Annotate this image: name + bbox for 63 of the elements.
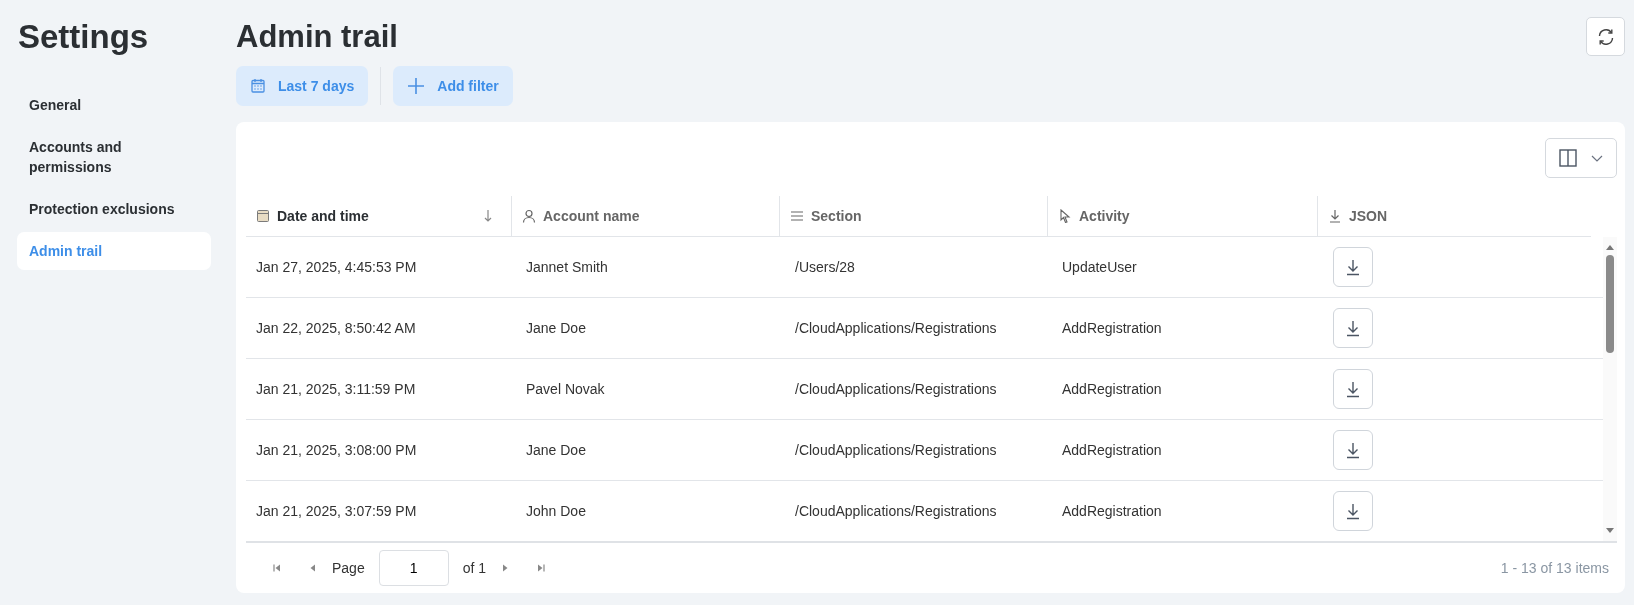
table-cell-text: Jan 22, 2025, 8:50:42 AM [255,319,417,338]
refresh-button[interactable] [1586,17,1625,56]
sidebar-item[interactable]: Protection exclusions [17,190,211,228]
table-cell-text: Jane Doe [525,441,587,460]
calendar-icon [250,78,266,94]
sidebar-item[interactable]: Admin trail [17,232,211,270]
table-cell-text: AddRegistration [1061,502,1163,521]
table-cell-text: /Users/28 [794,258,856,277]
items-summary: 1 - 13 of 13 items [1500,560,1609,576]
list-icon [790,209,804,223]
scroll-down-icon[interactable] [1605,527,1615,535]
column-header[interactable]: Account name [511,196,779,236]
sidebar-item[interactable]: Accounts and permissions [17,128,211,186]
first-page-icon[interactable] [272,563,282,573]
table-cell-text: Jan 21, 2025, 3:08:00 PM [255,441,418,460]
column-header[interactable]: JSON [1317,196,1589,236]
download-icon [1344,319,1362,337]
download-icon [1344,380,1362,398]
table-cell-text: /CloudApplications/Registrations [794,380,998,399]
calendar-icon [256,209,270,223]
table-cell-text: Jannet Smith [525,258,609,277]
page-title: Admin trail [236,19,398,55]
sidebar-title: Settings [18,18,150,56]
table-cell-text: John Doe [525,502,587,521]
download-button[interactable] [1333,369,1373,409]
download-icon [1344,502,1362,520]
table-cell-text: AddRegistration [1061,380,1163,399]
table-cell-text: Jane Doe [525,319,587,338]
table-cell-text: Jan 21, 2025, 3:07:59 PM [255,502,418,521]
download-icon [1344,258,1362,276]
page-count: of 1 [462,560,487,576]
scrollbar[interactable] [1603,237,1617,541]
table-cell-text: Jan 21, 2025, 3:11:59 PM [255,380,417,399]
column-header[interactable]: Date and time [246,196,511,236]
scroll-up-icon[interactable] [1605,243,1615,251]
plus-icon [407,77,426,95]
table-cell-text: /CloudApplications/Registrations [794,319,998,338]
download-button[interactable] [1333,430,1373,470]
table-cell-text: /CloudApplications/Registrations [794,441,998,460]
columns-button[interactable] [1545,138,1617,178]
last-page-icon[interactable] [536,563,547,573]
sidebar-item[interactable]: General [17,86,211,124]
scrollbar-thumb[interactable] [1606,255,1614,353]
download-icon [1328,209,1342,223]
person-icon [522,209,536,223]
page-label: Page [332,560,365,576]
table-cell-text: UpdateUser [1061,258,1138,277]
table-cell-text: Jan 27, 2025, 4:45:53 PM [255,258,418,277]
previous-page-icon[interactable] [308,563,318,573]
table-cell-text: AddRegistration [1061,319,1163,338]
download-icon [1344,441,1362,459]
page-input[interactable]: 1 [378,550,449,586]
download-button[interactable] [1333,247,1373,287]
table-cell-text: Pavel Novak [525,380,606,399]
sort-arrow-icon [483,209,493,223]
download-button[interactable] [1333,308,1373,348]
column-header[interactable]: Activity [1047,196,1317,236]
table-cell-text: /CloudApplications/Registrations [794,502,998,521]
columns-icon [1558,148,1578,168]
column-header[interactable]: Section [779,196,1047,236]
cursor-icon [1058,209,1072,223]
download-button[interactable] [1333,491,1373,531]
table-cell-text: AddRegistration [1061,441,1163,460]
